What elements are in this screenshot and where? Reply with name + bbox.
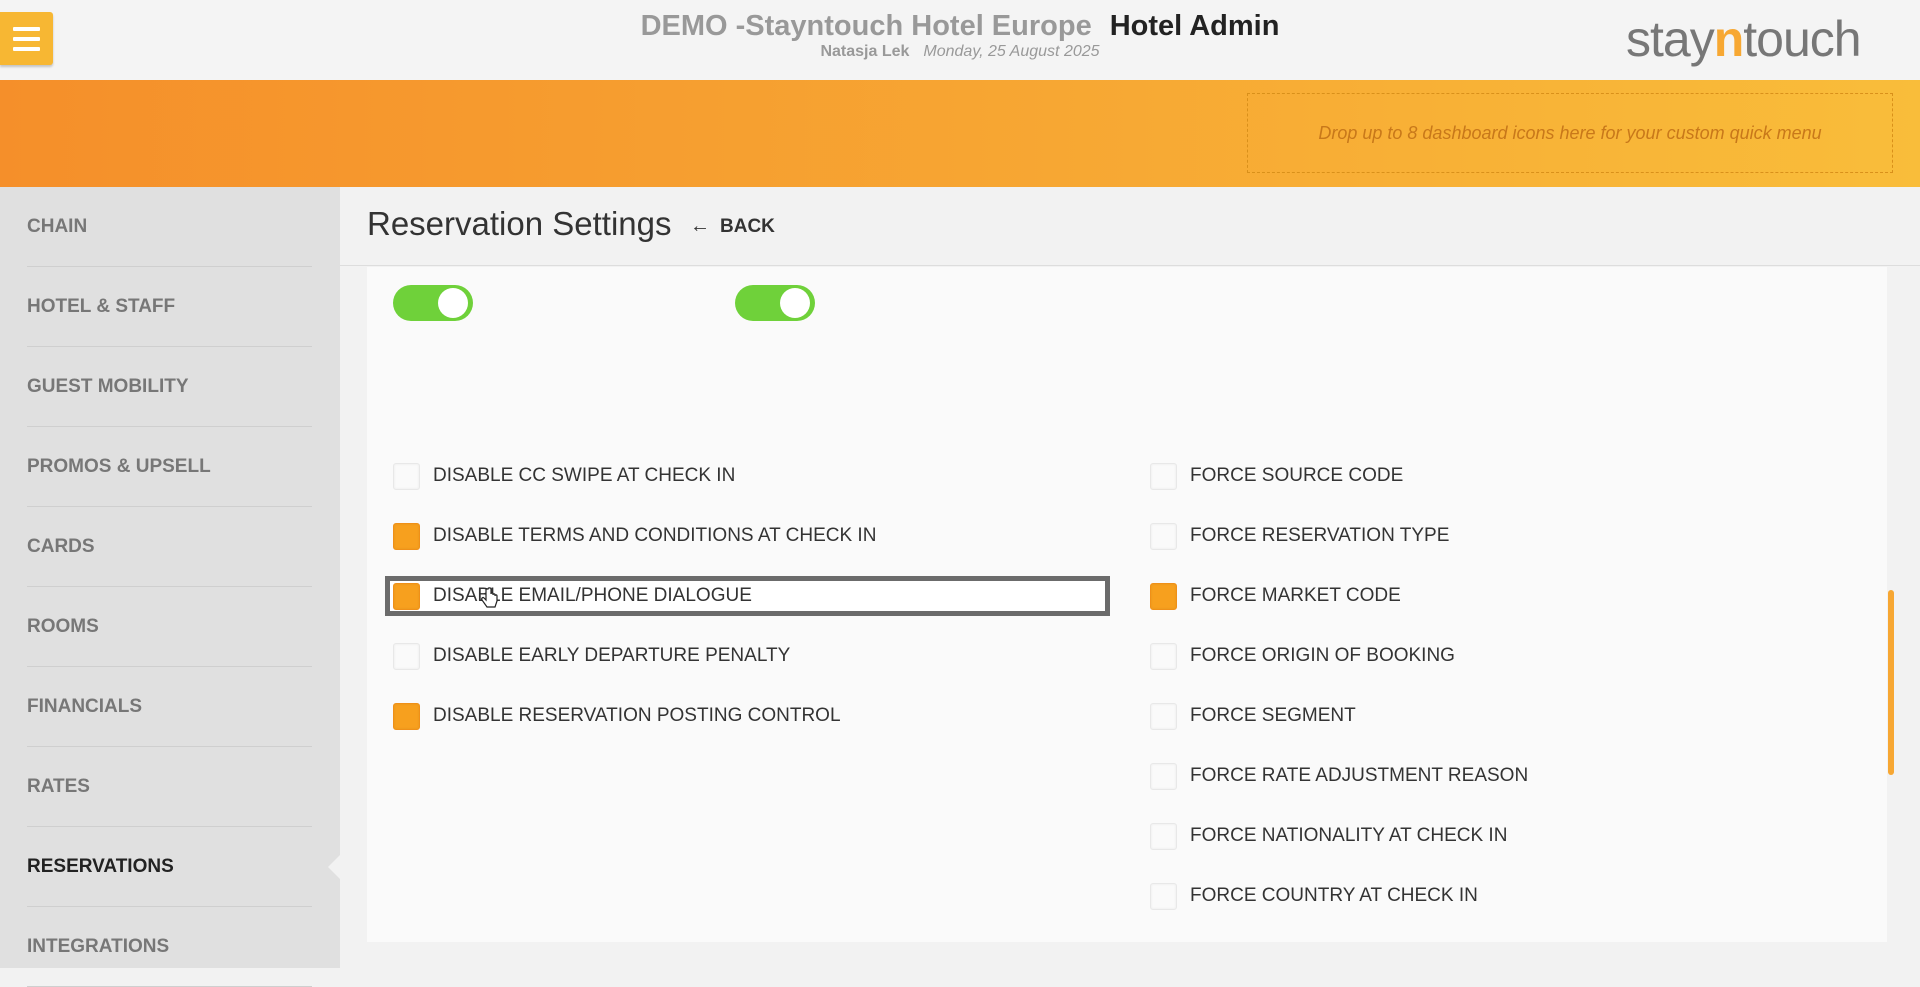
checkbox[interactable]: [1150, 882, 1177, 910]
option-force-market-code[interactable]: FORCE MARKET CODE: [1150, 576, 1401, 616]
sidebar-item-rooms[interactable]: ROOMS: [27, 587, 312, 667]
title-divider: [340, 265, 1920, 266]
current-date: Monday, 25 August 2025: [923, 43, 1100, 60]
back-arrow-icon: ←: [690, 215, 710, 237]
back-label: BACK: [720, 215, 775, 237]
sidebar-item-cards[interactable]: CARDS: [27, 507, 312, 587]
option-force-segment[interactable]: FORCE SEGMENT: [1150, 696, 1356, 736]
hotel-name: DEMO -Stayntouch Hotel Europe: [640, 10, 1092, 42]
logo-text-suffix: touch: [1743, 11, 1861, 67]
option-force-reservation-type[interactable]: FORCE RESERVATION TYPE: [1150, 516, 1449, 556]
option-force-rate-adjustment-reason[interactable]: FORCE RATE ADJUSTMENT REASON: [1150, 756, 1528, 796]
sidebar-item-reservations[interactable]: RESERVATIONS: [27, 827, 312, 907]
option-label: FORCE ORIGIN OF BOOKING: [1190, 645, 1455, 666]
checkbox[interactable]: [1150, 582, 1177, 610]
checkbox[interactable]: [393, 702, 420, 730]
checkbox[interactable]: [1150, 522, 1177, 550]
option-force-source-code[interactable]: FORCE SOURCE CODE: [1150, 456, 1403, 496]
panel-scrollbar[interactable]: [1888, 590, 1894, 775]
logo-text-n: n: [1713, 11, 1745, 67]
quick-menu-dropzone[interactable]: Drop up to 8 dashboard icons here for yo…: [1247, 93, 1893, 173]
option-force-country-at-check-in[interactable]: FORCE COUNTRY AT CHECK IN: [1150, 876, 1478, 916]
option-label: FORCE NATIONALITY AT CHECK IN: [1190, 825, 1508, 846]
logo-text-prefix: stay: [1626, 11, 1715, 67]
sidebar-item-hotel-staff[interactable]: HOTEL & STAFF: [27, 267, 312, 347]
option-force-nationality-at-check-in[interactable]: FORCE NATIONALITY AT CHECK IN: [1150, 816, 1507, 856]
hand-cursor-icon: [481, 587, 498, 608]
option-label: DISABLE CC SWIPE AT CHECK IN: [433, 465, 736, 486]
option-label: DISABLE EARLY DEPARTURE PENALTY: [433, 645, 791, 666]
sidebar-item-guest-mobility[interactable]: GUEST MOBILITY: [27, 347, 312, 427]
sidebar-item-financials[interactable]: FINANCIALS: [27, 667, 312, 747]
quick-menu-banner: Drop up to 8 dashboard icons here for yo…: [0, 80, 1920, 187]
toggle-knob: [438, 288, 468, 318]
checkbox[interactable]: [1150, 642, 1177, 670]
active-item-pointer: [328, 855, 340, 879]
option-label: FORCE SOURCE CODE: [1190, 465, 1404, 486]
checkbox[interactable]: [393, 642, 420, 670]
option-disable-email-phone-dialogue[interactable]: DISABLE EMAIL/PHONE DIALOGUE: [393, 576, 752, 616]
sidebar-item-rates[interactable]: RATES: [27, 747, 312, 827]
top-header: DEMO -Stayntouch Hotel Europe Hotel Admin…: [0, 0, 1920, 80]
sidebar-item-promos-upsell[interactable]: PROMOS & UPSELL: [27, 427, 312, 507]
option-label: FORCE SEGMENT: [1190, 705, 1356, 726]
checkbox[interactable]: [393, 582, 420, 610]
option-disable-terms-conditions[interactable]: DISABLE TERMS AND CONDITIONS AT CHECK IN: [393, 516, 876, 556]
page-title: Reservation Settings: [367, 205, 672, 242]
sidebar-item-chain[interactable]: CHAIN: [27, 187, 312, 267]
option-label: DISABLE TERMS AND CONDITIONS AT CHECK IN: [433, 525, 877, 546]
option-force-origin-of-booking[interactable]: FORCE ORIGIN OF BOOKING: [1150, 636, 1455, 676]
dropzone-text: Drop up to 8 dashboard icons here for yo…: [1318, 122, 1822, 143]
option-label: FORCE COUNTRY AT CHECK IN: [1190, 885, 1478, 906]
option-disable-early-departure-penalty[interactable]: DISABLE EARLY DEPARTURE PENALTY: [393, 636, 790, 676]
option-disable-cc-swipe[interactable]: DISABLE CC SWIPE AT CHECK IN: [393, 456, 735, 496]
checkbox[interactable]: [393, 522, 420, 550]
checkbox[interactable]: [1150, 702, 1177, 730]
checkbox[interactable]: [393, 462, 420, 490]
sidebar: CHAIN HOTEL & STAFF GUEST MOBILITY PROMO…: [0, 187, 340, 987]
settings-toggle-2[interactable]: [735, 285, 815, 321]
option-label: FORCE RESERVATION TYPE: [1190, 525, 1450, 546]
toggle-knob: [780, 288, 810, 318]
sidebar-item-integrations[interactable]: INTEGRATIONS: [27, 907, 312, 987]
option-label: FORCE RATE ADJUSTMENT REASON: [1190, 765, 1529, 786]
option-disable-reservation-posting-control[interactable]: DISABLE RESERVATION POSTING CONTROL: [393, 696, 841, 736]
option-label: DISABLE RESERVATION POSTING CONTROL: [433, 705, 841, 726]
option-label: FORCE MARKET CODE: [1190, 585, 1401, 606]
checkbox[interactable]: [1150, 822, 1177, 850]
checkbox[interactable]: [1150, 762, 1177, 790]
checkbox[interactable]: [1150, 462, 1177, 490]
settings-toggle-1[interactable]: [393, 285, 473, 321]
stayntouch-logo: stayntouch: [1626, 10, 1862, 68]
user-name: Natasja Lek: [820, 43, 910, 60]
app-name: Hotel Admin: [1109, 10, 1280, 42]
back-button[interactable]: ← BACK: [690, 215, 775, 238]
